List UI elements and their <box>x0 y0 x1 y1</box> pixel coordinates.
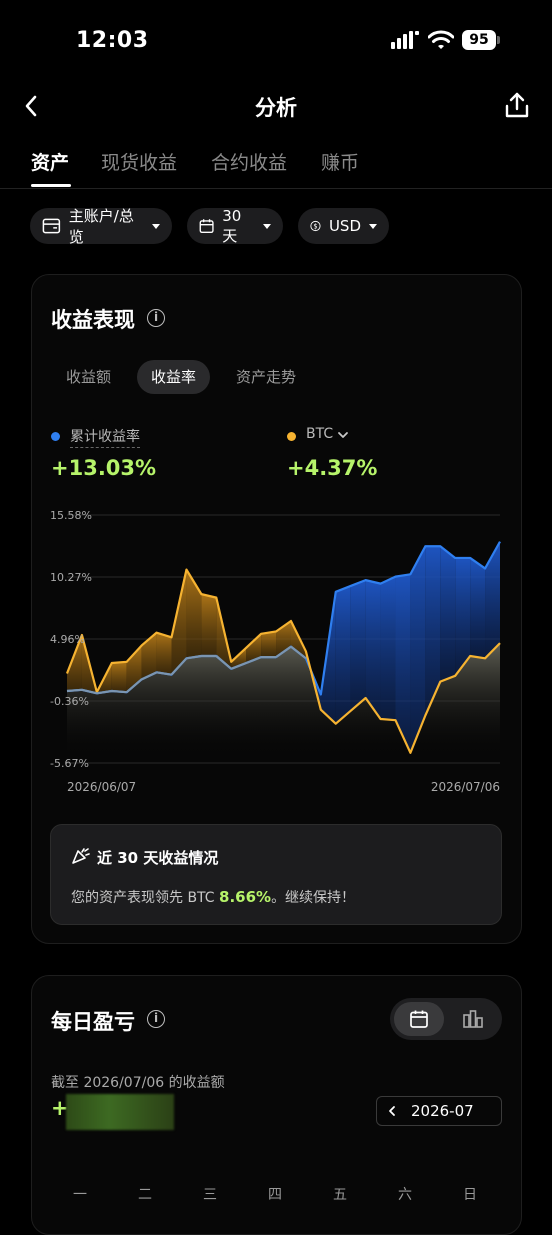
subtab-asset-trend[interactable]: 资产走势 <box>222 360 310 394</box>
currency-filter-label: USD <box>328 217 361 235</box>
legend-dot-cumulative <box>51 432 60 441</box>
battery-icon: 95 <box>462 30 502 50</box>
area-fill-segment <box>365 580 381 720</box>
legend-label-btc[interactable]: BTC <box>306 426 333 442</box>
page-title: 分析 <box>255 96 297 120</box>
area-fill-segment <box>335 585 351 724</box>
view-toggle <box>390 998 502 1040</box>
svg-text:$: $ <box>313 222 317 230</box>
calendar-view-button[interactable] <box>394 1002 444 1036</box>
weekday-label: 四 <box>268 1187 282 1203</box>
account-icon <box>42 218 61 234</box>
battery-level: 95 <box>462 30 496 50</box>
x-tick-label-end: 2026/07/06 <box>431 780 500 794</box>
cumulative-return-value: +13.03% <box>51 456 157 480</box>
subtab-earnings-rate[interactable]: 收益率 <box>137 360 211 394</box>
weekday-label: 三 <box>203 1187 217 1203</box>
account-filter[interactable]: 主账户/总览 <box>30 207 172 246</box>
area-fill-segment <box>201 594 217 656</box>
x-tick-label-start: 2026/06/07 <box>67 780 136 794</box>
month-selector[interactable]: 2026-07 <box>376 1096 502 1126</box>
y-tick-label: 15.58% <box>50 509 92 522</box>
tab-futures-earnings[interactable]: 合约收益 <box>211 148 287 175</box>
hidden-amount-mask <box>66 1094 174 1130</box>
daily-pnl-title: 每日盈亏 <box>51 1010 135 1034</box>
wifi-icon <box>428 30 454 49</box>
area-fill-segment <box>111 661 127 693</box>
chevron-left-icon[interactable] <box>387 1105 397 1117</box>
area-fill-segment <box>470 557 486 659</box>
summary-highlight: 8.66% <box>219 888 272 906</box>
area-fill-segment <box>380 576 396 721</box>
weekday-label: 二 <box>138 1187 152 1203</box>
y-tick-label: -0.36% <box>50 695 89 708</box>
tab-spot-earnings[interactable]: 现货收益 <box>101 148 177 175</box>
tab-earn[interactable]: 赚币 <box>321 148 359 175</box>
area-fill-segment <box>261 631 277 658</box>
weekday-label: 五 <box>333 1187 347 1203</box>
y-tick-label: 10.27% <box>50 571 92 584</box>
calendar-icon <box>410 1010 428 1028</box>
chevron-down-icon <box>152 223 160 229</box>
btc-return-value: +4.37% <box>287 456 378 480</box>
nav-bar: 分析 <box>0 84 552 130</box>
legend-label-cumulative[interactable]: 累计收益率 <box>70 426 140 448</box>
summary-text-before: 您的资产表现领先 BTC <box>71 890 220 906</box>
bar-chart-icon[interactable] <box>462 1009 484 1029</box>
status-bar: 12:03 95 <box>0 0 552 80</box>
month-label: 2026-07 <box>411 1102 474 1120</box>
weekday-label: 日 <box>463 1187 477 1203</box>
tab-bar: 资产 现货收益 合约收益 赚币 <box>0 140 552 189</box>
tab-assets[interactable]: 资产 <box>31 148 69 175</box>
cellular-signal-icon <box>391 31 419 49</box>
as-of-label: 截至 2026/07/06 的收益额 <box>51 1075 225 1091</box>
chevron-down-icon <box>369 223 377 229</box>
summary-text: 您的资产表现领先 BTC 8.66%。继续保持！ <box>71 887 355 907</box>
account-filter-label: 主账户/总览 <box>68 207 134 246</box>
area-fill-segment <box>485 541 500 659</box>
calendar-icon <box>199 219 214 234</box>
performance-title: 收益表现 <box>51 308 135 332</box>
active-tab-indicator <box>31 184 71 187</box>
chevron-down-icon[interactable] <box>337 430 349 440</box>
share-icon[interactable] <box>502 90 532 120</box>
dollar-icon: $ <box>310 220 321 232</box>
y-tick-label: 4.96% <box>50 633 85 646</box>
period-filter-label: 30 天 <box>222 206 242 245</box>
summary-title: 近 30 天收益情况 <box>97 849 219 867</box>
weekday-label: 一 <box>73 1187 87 1203</box>
status-time: 12:03 <box>76 28 149 53</box>
area-fill-segment <box>440 546 456 682</box>
subtab-earnings-amount[interactable]: 收益额 <box>52 360 125 394</box>
y-tick-label: -5.67% <box>50 757 89 770</box>
area-fill-segment <box>350 580 366 711</box>
chevron-down-icon <box>263 223 271 229</box>
info-icon[interactable]: i <box>147 1010 165 1028</box>
legend-dot-btc <box>287 432 296 441</box>
weekday-label: 六 <box>398 1187 412 1203</box>
party-popper-icon <box>72 848 90 864</box>
currency-filter[interactable]: $ USD <box>298 208 389 244</box>
period-filter[interactable]: 30 天 <box>187 206 283 245</box>
area-fill-segment <box>156 632 172 675</box>
info-icon[interactable]: i <box>147 309 165 327</box>
summary-box: 近 30 天收益情况 您的资产表现领先 BTC 8.66%。继续保持！ <box>50 824 502 925</box>
returns-chart[interactable]: 15.58% 10.27% 4.96% -0.36% -5.67% 2026/06/07 2… <box>50 500 510 800</box>
summary-text-after: 。继续保持！ <box>271 890 356 906</box>
